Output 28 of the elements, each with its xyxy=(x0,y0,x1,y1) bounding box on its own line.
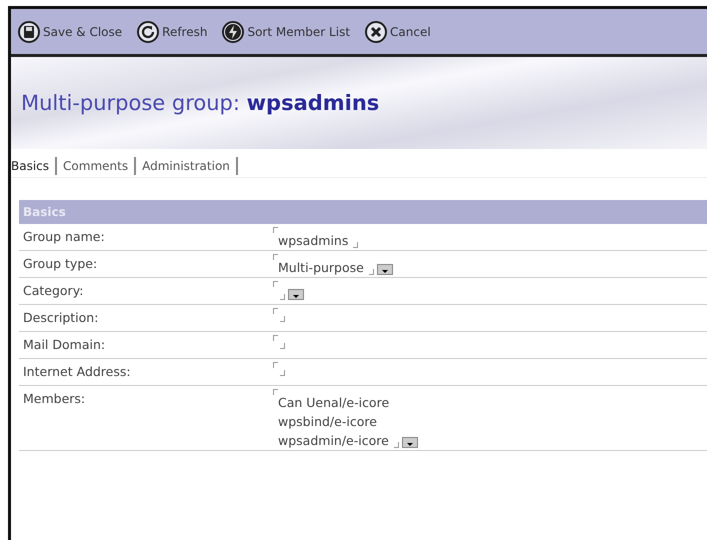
page-title: Multi-purpose group: wpsadmins xyxy=(21,91,380,115)
toolbar-button[interactable]: Sort Member List xyxy=(221,20,350,44)
sort-icon xyxy=(221,20,246,44)
field-value: Multi-purpose xyxy=(278,259,364,277)
field-value: wpsbind/e-icore xyxy=(278,413,377,431)
dropdown-button[interactable] xyxy=(376,264,393,275)
field-label: Category: xyxy=(22,282,84,300)
field-label: Group type: xyxy=(22,255,98,273)
toolbar-button[interactable]: Save & Close xyxy=(17,20,122,44)
section-header: Basics xyxy=(19,200,707,224)
field-value: Can Uenal/e-icore xyxy=(278,394,390,412)
field-label: Members: xyxy=(22,390,86,408)
save-icon xyxy=(17,20,41,44)
dropdown-button[interactable] xyxy=(402,437,418,448)
field-value: wpsadmin/e-icore xyxy=(278,432,389,450)
toolbar-button[interactable]: Refresh xyxy=(136,20,208,44)
cancel-icon xyxy=(364,20,388,44)
field-value: wpsadmins xyxy=(278,232,348,250)
field-label: Mail Domain: xyxy=(22,336,106,354)
tab[interactable]: Basics xyxy=(11,157,58,175)
tab[interactable]: Administration xyxy=(136,157,238,175)
tab[interactable]: Comments xyxy=(57,157,136,175)
field-label: Group name: xyxy=(22,228,106,246)
dropdown-button[interactable] xyxy=(288,289,304,300)
field-label: Internet Address: xyxy=(22,363,132,381)
field-label: Description: xyxy=(22,309,100,327)
toolbar-button[interactable]: Cancel xyxy=(364,20,431,44)
refresh-icon xyxy=(136,20,160,44)
